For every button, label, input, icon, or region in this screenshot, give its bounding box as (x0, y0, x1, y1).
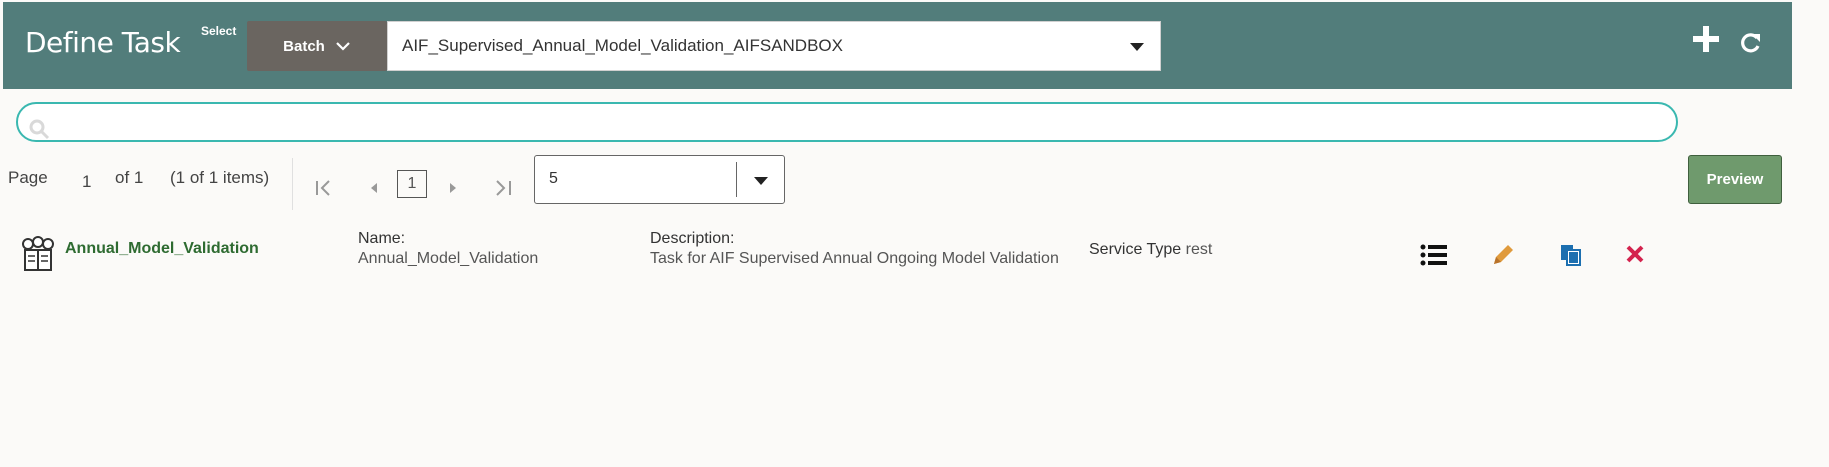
first-page-icon[interactable] (314, 178, 334, 198)
caret-down-icon (754, 177, 768, 185)
service-type-value: rest (1185, 241, 1213, 258)
service-type: Service Type rest (1089, 241, 1212, 259)
plus-icon[interactable] (1693, 26, 1719, 52)
task-row: Annual_Model_Validation Name: Annual_Mod… (0, 230, 1829, 280)
batch-selected-value: AIF_Supervised_Annual_Model_Validation_A… (402, 36, 843, 55)
page-total: of 1 (115, 168, 144, 187)
page-label: Page (8, 168, 48, 187)
search-icon (29, 119, 50, 140)
task-icon (22, 236, 54, 271)
page-title: Define Task (25, 26, 181, 59)
batch-button-label: Batch (283, 37, 325, 55)
search-input[interactable] (16, 102, 1678, 142)
description-label: Description: (650, 230, 735, 247)
page-size-value: 5 (549, 170, 558, 187)
copy-icon[interactable] (1558, 242, 1586, 268)
pager-divider (292, 158, 293, 210)
delete-icon[interactable] (1622, 242, 1650, 268)
current-page: 1 (82, 172, 92, 191)
list-icon[interactable] (1420, 242, 1448, 268)
previous-page-icon[interactable] (364, 178, 384, 198)
description-value: Task for AIF Supervised Annual Ongoing M… (650, 250, 1059, 267)
batch-select[interactable]: AIF_Supervised_Annual_Model_Validation_A… (387, 21, 1161, 71)
caret-down-icon (1130, 43, 1144, 51)
next-page-icon[interactable] (443, 178, 463, 198)
select-label: Select (201, 24, 237, 38)
page-number-box[interactable]: 1 (397, 170, 427, 198)
page-size-select[interactable]: 5 (534, 155, 785, 204)
page-header: Define Task Select Batch AIF_Supervised_… (3, 2, 1792, 89)
refresh-icon[interactable] (1738, 30, 1764, 56)
batch-dropdown-button[interactable]: Batch (247, 21, 387, 71)
items-count: (1 of 1 items) (170, 168, 270, 187)
chevron-down-icon (336, 42, 350, 51)
edit-icon[interactable] (1490, 242, 1518, 268)
service-type-label: Service Type (1089, 241, 1182, 258)
last-page-icon[interactable] (493, 178, 513, 198)
name-value: Annual_Model_Validation (358, 250, 539, 267)
select-divider (736, 162, 737, 197)
name-label: Name: (358, 230, 406, 247)
preview-button[interactable]: Preview (1688, 155, 1782, 204)
task-name-link[interactable]: Annual_Model_Validation (65, 240, 259, 258)
